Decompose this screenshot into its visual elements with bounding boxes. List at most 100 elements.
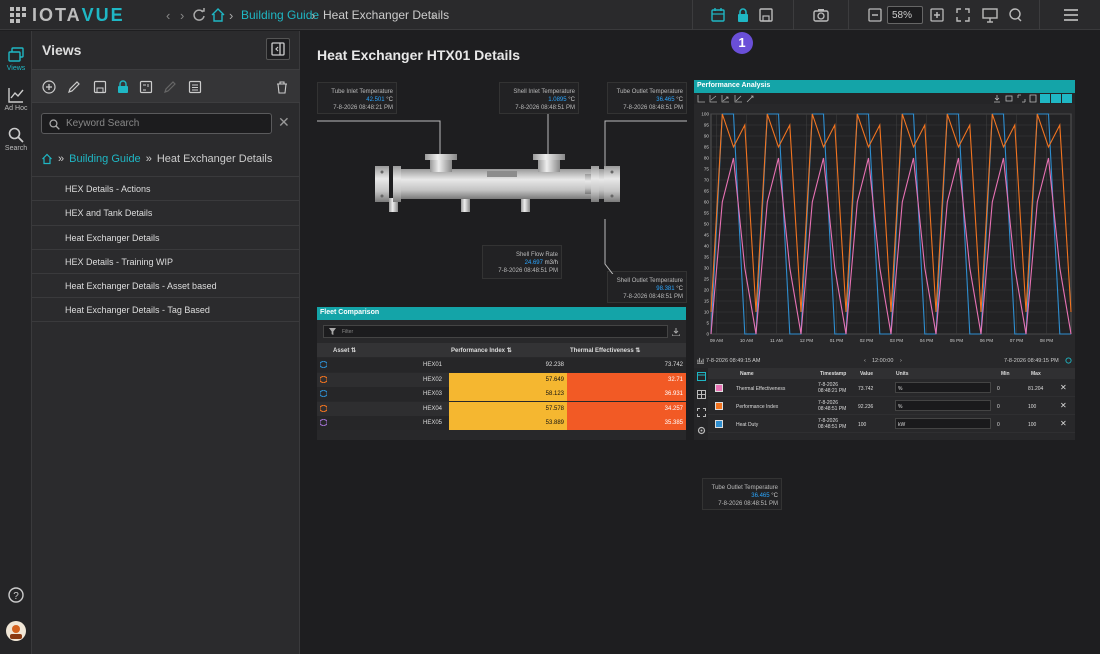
remove-series-icon[interactable]: ✕ [1060,401,1067,410]
time-span[interactable]: 12:00:00 [872,358,893,364]
legend-max: 100 [1028,404,1037,410]
legend-units-input[interactable]: % [895,382,991,393]
help-button[interactable]: ? [0,587,32,605]
trash-icon[interactable] [275,80,289,94]
asset-cell: HEX01 [422,362,442,368]
rail-search[interactable]: Search [0,127,32,152]
legend-expand-icon[interactable] [697,408,706,417]
performance-chart[interactable]: 0 5 10 15 20 25 30 35 40 45 50 55 60 65 70 75 80 85 90 95 10… [694,104,1075,354]
performance-index-cell: 57.649 [449,372,567,387]
view-item[interactable]: HEX and Tank Details [32,200,300,224]
keyword-search-input[interactable]: Keyword Search [41,113,272,134]
view-item[interactable]: HEX Details - Actions [32,176,300,200]
filter-placeholder: Filter [342,329,354,335]
legend-settings-icon[interactable] [697,426,706,435]
zoom-in-icon[interactable] [929,7,945,23]
legend-max: 81.204 [1028,386,1044,392]
legend-units-input[interactable]: kW [895,418,991,429]
fleet-row[interactable]: HEX03 58.123 36.931 [317,387,686,401]
y-tick-label: 0 [706,332,709,337]
heat-exchanger-diagram [317,114,687,274]
rail-adhoc[interactable]: Ad Hoc [0,87,32,112]
legend-table-icon[interactable] [697,372,706,381]
hamburger-menu-icon[interactable] [1063,7,1079,23]
series-color-swatch[interactable] [715,420,723,428]
list-icon[interactable] [188,80,202,94]
series-color-swatch[interactable] [715,384,723,392]
tag-value: 42.501 [366,97,385,103]
col-asset[interactable]: Asset ⇅ [333,347,356,354]
series-color-swatch[interactable] [715,402,723,410]
time-next-icon[interactable]: › [900,358,902,364]
comments-icon[interactable] [1008,7,1024,23]
legend-units-input[interactable]: % [895,400,991,411]
fleet-filter-input[interactable]: Filter [323,325,668,338]
tag-time: 7-8-2026 08:48:51 PM [718,501,778,507]
x-tick-label: 05 PM [950,338,963,343]
col-performance-index[interactable]: Performance Index ⇅ [451,347,512,354]
crumb-root[interactable]: Building Guide [241,8,319,22]
user-avatar[interactable] [0,621,32,643]
asset-icon [319,416,328,430]
chart-action-icons[interactable] [994,94,1074,103]
tag-shell-outlet-temperature[interactable]: Shell Outlet Temperature 98.381 °C 7-8-2… [607,271,687,303]
tag-time: 7-8-2026 08:48:51 PM [623,294,683,300]
edit-disabled-icon[interactable] [163,80,177,94]
tag-tube-inlet-temperature[interactable]: Tube Inlet Temperature 42.501 °C 7-8-202… [317,82,397,114]
panel-crumb-current: Heat Exchanger Details [156,153,273,165]
edit-icon[interactable] [67,80,81,94]
fleet-row[interactable]: HEX04 57.578 34.257 [317,401,686,416]
save-icon[interactable] [758,7,774,23]
camera-icon[interactable] [813,7,829,23]
calendar-edit-icon[interactable] [710,7,726,23]
rail-views[interactable]: Views [0,47,32,72]
legend-grid-icon[interactable] [697,390,706,399]
calculator-icon[interactable] [139,80,153,94]
collapse-panel-button[interactable] [266,38,290,60]
presentation-icon[interactable] [982,7,998,23]
view-item[interactable]: Heat Exchanger Details - Tag Based [32,297,300,322]
sync-icon[interactable] [1065,357,1072,364]
home-icon[interactable] [210,7,226,23]
time-end[interactable]: 7-8-2026 08:49:15 PM [1004,358,1059,364]
view-item[interactable]: Heat Exchanger Details [32,224,300,249]
time-start[interactable]: 7-8-2026 08:49:15 AM [706,358,760,364]
zoom-out-icon[interactable] [867,7,883,23]
add-view-icon[interactable] [42,80,56,94]
home-icon[interactable] [41,153,53,165]
tag-tube-outlet-temperature-floating[interactable]: Tube Outlet Temperature 36.465 °C 7-8-20… [702,478,782,510]
fleet-row[interactable]: HEX02 57.649 32.71 [317,372,686,387]
legend-row[interactable]: Heat Duty 7-8-2026 08:48:51 PM 100 kW 0 100 ✕ [708,415,1075,433]
view-item[interactable]: Heat Exchanger Details - Asset based [32,273,300,297]
refresh-icon[interactable] [191,7,207,23]
panel-breadcrumb: » Building Guide » Heat Exchanger Detail… [41,153,272,165]
chart-tool-icons[interactable] [697,94,757,103]
remove-series-icon[interactable]: ✕ [1060,383,1067,392]
view-item[interactable]: HEX Details - Training WIP [32,248,300,273]
timeline-icon[interactable] [697,357,704,364]
remove-series-icon[interactable]: ✕ [1060,419,1067,428]
tag-unit: °C [676,97,683,103]
fit-screen-icon[interactable] [955,7,971,23]
app-logo[interactable]: IOTAVUE [10,5,125,25]
zoom-level[interactable]: 58% [887,6,923,24]
lock-icon[interactable] [735,7,751,23]
legend-row[interactable]: Performance Index 7-8-2026 08:48:51 PM 92.… [708,397,1075,415]
tag-shell-inlet-temperature[interactable]: Shell Inlet Temperature 1.0895 °C 7-8-20… [499,82,579,114]
legend-row[interactable]: Thermal Effectiveness 7-8-2026 08:48:21 P… [708,379,1075,397]
legend-side-tools [694,368,708,440]
fleet-row[interactable]: HEX05 53.889 35.385 [317,416,686,430]
lock-view-icon[interactable] [116,80,130,94]
save-view-icon[interactable] [93,80,107,94]
panel-crumb-root[interactable]: Building Guide [69,153,141,165]
tag-tube-outlet-temperature[interactable]: Tube Outlet Temperature 36.465 °C 7-8-20… [607,82,687,114]
forward-icon[interactable]: › [180,8,184,23]
back-icon[interactable]: ‹ [166,8,170,23]
time-prev-icon[interactable]: ‹ [864,358,866,364]
performance-index-cell: 57.578 [449,401,567,416]
col-thermal-effectiveness[interactable]: Thermal Effectiveness ⇅ [570,347,640,354]
fleet-row[interactable]: HEX01 92.238 73.742 [317,358,686,372]
export-icon[interactable] [672,328,680,336]
asset-cell: HEX03 [422,391,442,397]
clear-search-icon[interactable]: ✕ [278,114,290,131]
